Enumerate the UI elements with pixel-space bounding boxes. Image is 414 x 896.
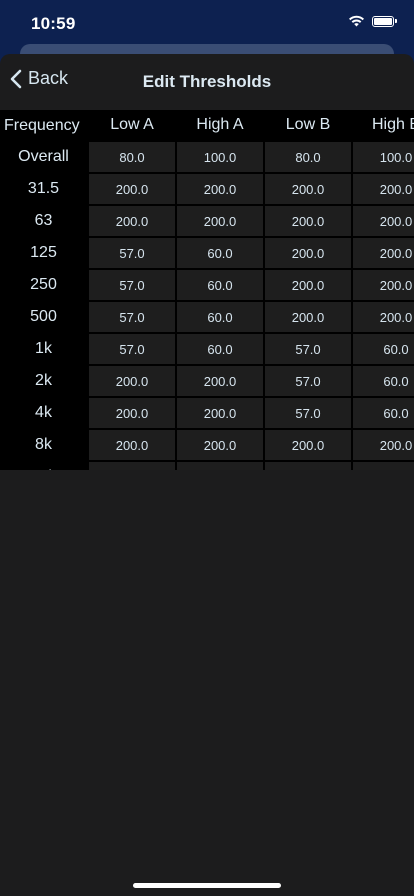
threshold-value-cell[interactable]: 80.0 [263,140,353,174]
status-bar: 10:59 [0,0,414,48]
frequency-label: 500 [0,301,88,333]
table-body: Overall 80.0 100.0 80.0 100.0 31.5 200.0 200.0 2… [0,140,414,470]
threshold-value-cell[interactable]: 57.0 [87,300,177,334]
threshold-value-cell[interactable]: 60.0 [175,268,265,302]
table-row: 1k 57.0 60.0 57.0 60.0 [0,332,414,366]
frequency-label: 31.5 [0,173,88,205]
threshold-value-cell[interactable]: 200.0 [351,236,414,270]
threshold-value-cell[interactable]: 60.0 [175,332,265,366]
frequency-label: 8k [0,429,88,461]
frequency-label: 63 [0,205,88,237]
threshold-value-cell[interactable]: 200.0 [351,428,414,462]
table-row: Overall 80.0 100.0 80.0 100.0 [0,140,414,174]
frequency-label: 125 [0,237,88,269]
threshold-value-cell[interactable]: 200.0 [351,204,414,238]
thresholds-table: FrequencyLow AHigh ALow BHigh B Overall8… [0,110,414,470]
threshold-value-cell[interactable]: 200.0 [263,428,353,462]
table-row: 250 57.0 60.0 200.0 200.0 [0,268,414,302]
frequency-label: 16k [0,461,88,470]
frequency-label: 250 [0,269,88,301]
column-header: High B [352,110,414,141]
frequency-label: 1k [0,333,88,365]
header-row: FrequencyLow AHigh ALow BHigh B [0,110,414,141]
threshold-value-cell[interactable]: 60.0 [351,332,414,366]
threshold-value-cell[interactable]: 200.0 [175,204,265,238]
home-indicator[interactable] [133,883,281,888]
nav-bar: Back Edit Thresholds [0,54,414,110]
threshold-value-cell[interactable]: 57.0 [263,396,353,430]
threshold-value-cell[interactable]: 200.0 [263,236,353,270]
status-icons [348,15,397,27]
threshold-value-cell[interactable]: 100.0 [351,140,414,174]
threshold-value-cell[interactable]: 100.0 [175,140,265,174]
threshold-value-cell[interactable]: 200.0 [351,300,414,334]
threshold-value-cell[interactable]: 80.0 [87,140,177,174]
threshold-value-cell[interactable]: 57.0 [87,332,177,366]
column-header: Low A [88,110,176,141]
table-row: 500 57.0 60.0 200.0 200.0 [0,300,414,334]
table-row: 8k 200.0 200.0 200.0 200.0 [0,428,414,462]
threshold-value-cell[interactable]: 200.0 [351,460,414,470]
table-row: 4k 200.0 200.0 57.0 60.0 [0,396,414,430]
status-time: 10:59 [31,14,76,33]
threshold-value-cell[interactable]: 200.0 [175,172,265,206]
screen: 10:59 Back Edit Thresholds Frequency Low… [0,0,414,896]
threshold-value-cell[interactable]: 200.0 [263,204,353,238]
wifi-icon [348,15,365,27]
threshold-value-cell[interactable]: 200.0 [87,204,177,238]
threshold-value-cell[interactable]: 57.0 [87,268,177,302]
threshold-value-cell[interactable]: 60.0 [175,300,265,334]
table-row: 125 57.0 60.0 200.0 200.0 [0,236,414,270]
threshold-value-cell[interactable]: 200.0 [87,396,177,430]
threshold-value-cell[interactable]: 200.0 [263,300,353,334]
threshold-value-cell[interactable]: 200.0 [87,460,177,470]
threshold-value-cell[interactable]: 200.0 [87,364,177,398]
column-header-frequency: Frequency [0,110,88,141]
threshold-value-cell[interactable]: 60.0 [351,396,414,430]
threshold-value-cell[interactable]: 57.0 [87,236,177,270]
threshold-value-cell[interactable]: 200.0 [87,428,177,462]
threshold-value-cell[interactable]: 200.0 [175,396,265,430]
edit-thresholds-sheet: Back Edit Thresholds Frequency Low A High … [0,54,414,896]
table-row: 2k 200.0 200.0 57.0 60.0 [0,364,414,398]
table-row: 16k200.0200.0200.0200.0 [0,460,414,470]
frequency-label: Overall [0,141,88,173]
column-header: Low B [264,110,352,141]
threshold-value-cell[interactable]: 200.0 [263,268,353,302]
threshold-value-cell[interactable]: 200.0 [351,268,414,302]
threshold-value-cell[interactable]: 200.0 [263,172,353,206]
frequency-label: 4k [0,397,88,429]
table-row: 31.5 200.0 200.0 200.0 200.0 [0,172,414,206]
threshold-value-cell[interactable]: 60.0 [351,364,414,398]
battery-icon [372,15,397,27]
column-header: High A [176,110,264,141]
threshold-value-cell[interactable]: 200.0 [263,460,353,470]
threshold-value-cell[interactable]: 200.0 [87,172,177,206]
threshold-value-cell[interactable]: 200.0 [175,428,265,462]
page-title: Edit Thresholds [142,72,272,91]
frequency-label: 2k [0,365,88,397]
threshold-value-cell[interactable]: 57.0 [263,332,353,366]
threshold-value-cell[interactable]: 60.0 [175,236,265,270]
threshold-value-cell[interactable]: 200.0 [175,460,265,470]
table-row: 63 200.0 200.0 200.0 200.0 [0,204,414,238]
thresholds-table-container[interactable]: FrequencyLow AHigh ALow BHigh B Overall8… [0,110,414,470]
threshold-value-cell[interactable]: 57.0 [263,364,353,398]
threshold-value-cell[interactable]: 200.0 [351,172,414,206]
threshold-value-cell[interactable]: 200.0 [175,364,265,398]
